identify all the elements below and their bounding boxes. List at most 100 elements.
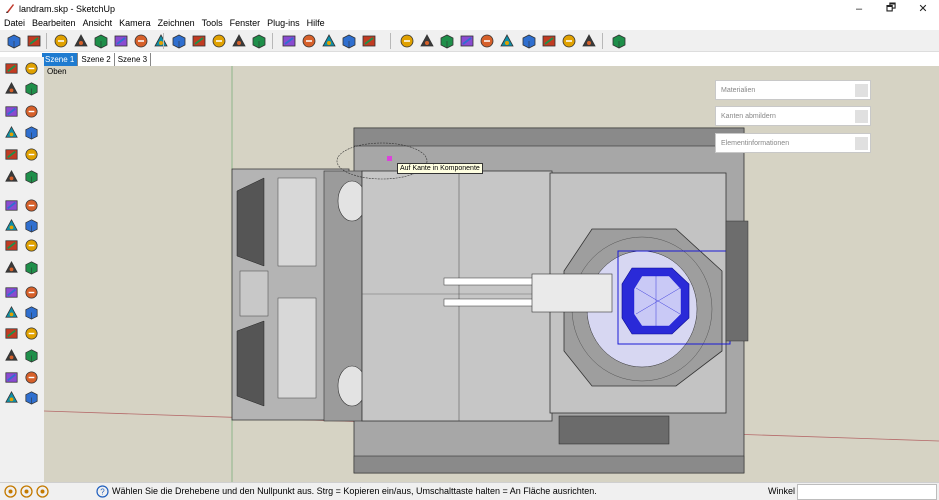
sketchup-logo-icon [6, 4, 14, 13]
protractor-icon[interactable] [3, 259, 20, 276]
arc-icon[interactable] [23, 124, 40, 141]
add-location-icon[interactable] [280, 32, 298, 50]
model-viewport[interactable]: Oben Auf Kante in Komponente Materialien… [44, 66, 939, 482]
menu-hilfe[interactable]: Hilfe [307, 18, 325, 28]
3d-warehouse-icon[interactable] [320, 32, 338, 50]
restore-button[interactable]: 🗗 [875, 0, 907, 17]
wireframe-icon[interactable] [92, 32, 110, 50]
tray-soften-edges-toggle[interactable] [855, 110, 868, 123]
sandbox-drape-icon[interactable] [250, 32, 268, 50]
status-text: Wählen Sie die Drehebene und den Nullpun… [112, 486, 597, 496]
toolbar-separator [602, 33, 603, 49]
geo-location-icon[interactable] [4, 485, 17, 498]
toolbar-separator [46, 33, 47, 49]
menu-bearbeiten[interactable]: Bearbeiten [32, 18, 76, 28]
sandbox-from-scratch-icon[interactable] [190, 32, 208, 50]
tab-scene-2[interactable]: Szene 2 [78, 53, 115, 66]
sandbox-from-contours-icon[interactable] [170, 32, 188, 50]
extension-icon[interactable] [610, 32, 628, 50]
offset-icon[interactable] [23, 217, 40, 234]
model-canvas [44, 66, 939, 482]
solid-subtract-icon[interactable] [458, 32, 476, 50]
tray-materials[interactable]: Materialien [715, 80, 871, 100]
section-fill-icon[interactable] [540, 32, 558, 50]
push-pull-icon[interactable] [23, 168, 40, 185]
previous-view-icon[interactable] [23, 347, 40, 364]
minimize-button[interactable]: – [843, 0, 875, 17]
box-view-icon[interactable] [25, 32, 43, 50]
textured-icon[interactable] [152, 32, 170, 50]
polygon-icon[interactable] [3, 146, 20, 163]
toggle-terrain-icon[interactable] [300, 32, 318, 50]
line-icon[interactable] [23, 103, 40, 120]
tray-entity-info[interactable]: Elementinformationen [715, 133, 871, 153]
pan-icon[interactable] [23, 304, 40, 321]
menu-tools[interactable]: Tools [202, 18, 223, 28]
tape-measure-icon[interactable] [3, 237, 20, 254]
freehand-icon[interactable] [23, 146, 40, 163]
scale-icon[interactable] [3, 217, 20, 234]
hidden-line-icon[interactable] [112, 32, 130, 50]
tab-scene-3[interactable]: Szene 3 [114, 53, 152, 66]
toolbar-separator [272, 33, 273, 49]
circle-icon[interactable] [3, 124, 20, 141]
select-icon[interactable] [3, 60, 20, 77]
section-plane-icon[interactable] [520, 32, 538, 50]
section-cuts-icon[interactable] [580, 32, 598, 50]
zoom-icon[interactable] [3, 325, 20, 342]
credits-icon[interactable] [20, 485, 33, 498]
menu-fenster[interactable]: Fenster [230, 18, 261, 28]
iso-view-icon[interactable] [5, 32, 23, 50]
menu-ansicht[interactable]: Ansicht [83, 18, 113, 28]
measurements-input[interactable] [797, 484, 937, 500]
share-model-icon[interactable] [340, 32, 358, 50]
solid-outer-shell-icon[interactable] [398, 32, 416, 50]
menu-datei[interactable]: Datei [4, 18, 25, 28]
zoom-extents-icon[interactable] [3, 347, 20, 364]
export-svg-icon[interactable] [360, 32, 378, 50]
look-around-icon[interactable] [23, 369, 40, 386]
menu-zeichnen[interactable]: Zeichnen [158, 18, 195, 28]
text-icon[interactable] [23, 259, 40, 276]
tray-soften-edges[interactable]: Kanten abmildern [715, 106, 871, 126]
scene-tabs: Szene 1 Szene 2 Szene 3 [42, 53, 152, 66]
position-camera-icon[interactable] [3, 369, 20, 386]
menu-plugins[interactable]: Plug-ins [267, 18, 300, 28]
follow-me-icon[interactable] [23, 197, 40, 214]
eraser-icon[interactable] [23, 80, 40, 97]
tray-soften-edges-label: Kanten abmildern [721, 113, 776, 120]
sandbox-stamp-icon[interactable] [230, 32, 248, 50]
rotate-icon[interactable] [3, 197, 20, 214]
tab-scene-1[interactable]: Szene 1 [42, 53, 79, 66]
solid-split-icon[interactable] [498, 32, 516, 50]
user-icon[interactable] [36, 485, 49, 498]
toolbar-separator [390, 33, 391, 49]
paint-bucket-icon[interactable] [3, 80, 20, 97]
walk-icon[interactable] [3, 389, 20, 406]
section-plane-tool-icon[interactable] [23, 389, 40, 406]
solid-union-icon[interactable] [438, 32, 456, 50]
solid-trim-icon[interactable] [478, 32, 496, 50]
section-display-icon[interactable] [560, 32, 578, 50]
close-button[interactable]: ✕ [907, 0, 939, 17]
measurements-label: Winkel [768, 486, 796, 496]
rectangle-icon[interactable] [3, 103, 20, 120]
menu-kamera[interactable]: Kamera [119, 18, 151, 28]
back-edges-icon[interactable] [72, 32, 90, 50]
shaded-icon[interactable] [132, 32, 150, 50]
xray-icon[interactable] [52, 32, 70, 50]
dimension-icon[interactable] [23, 237, 40, 254]
tray-materials-toggle[interactable] [855, 84, 868, 97]
sandbox-smoove-icon[interactable] [210, 32, 228, 50]
menu-bar: Datei Bearbeiten Ansicht Kamera Zeichnen… [0, 17, 939, 29]
axes-icon[interactable] [3, 284, 20, 301]
help-icon[interactable]: ? [96, 485, 109, 498]
title-bar: landram.skp - SketchUp – 🗗 ✕ [0, 0, 939, 17]
move-icon[interactable] [3, 168, 20, 185]
3d-text-icon[interactable] [23, 284, 40, 301]
tray-entity-info-toggle[interactable] [855, 137, 868, 150]
orbit-icon[interactable] [3, 304, 20, 321]
make-component-icon[interactable] [23, 60, 40, 77]
zoom-window-icon[interactable] [23, 325, 40, 342]
solid-intersect-icon[interactable] [418, 32, 436, 50]
